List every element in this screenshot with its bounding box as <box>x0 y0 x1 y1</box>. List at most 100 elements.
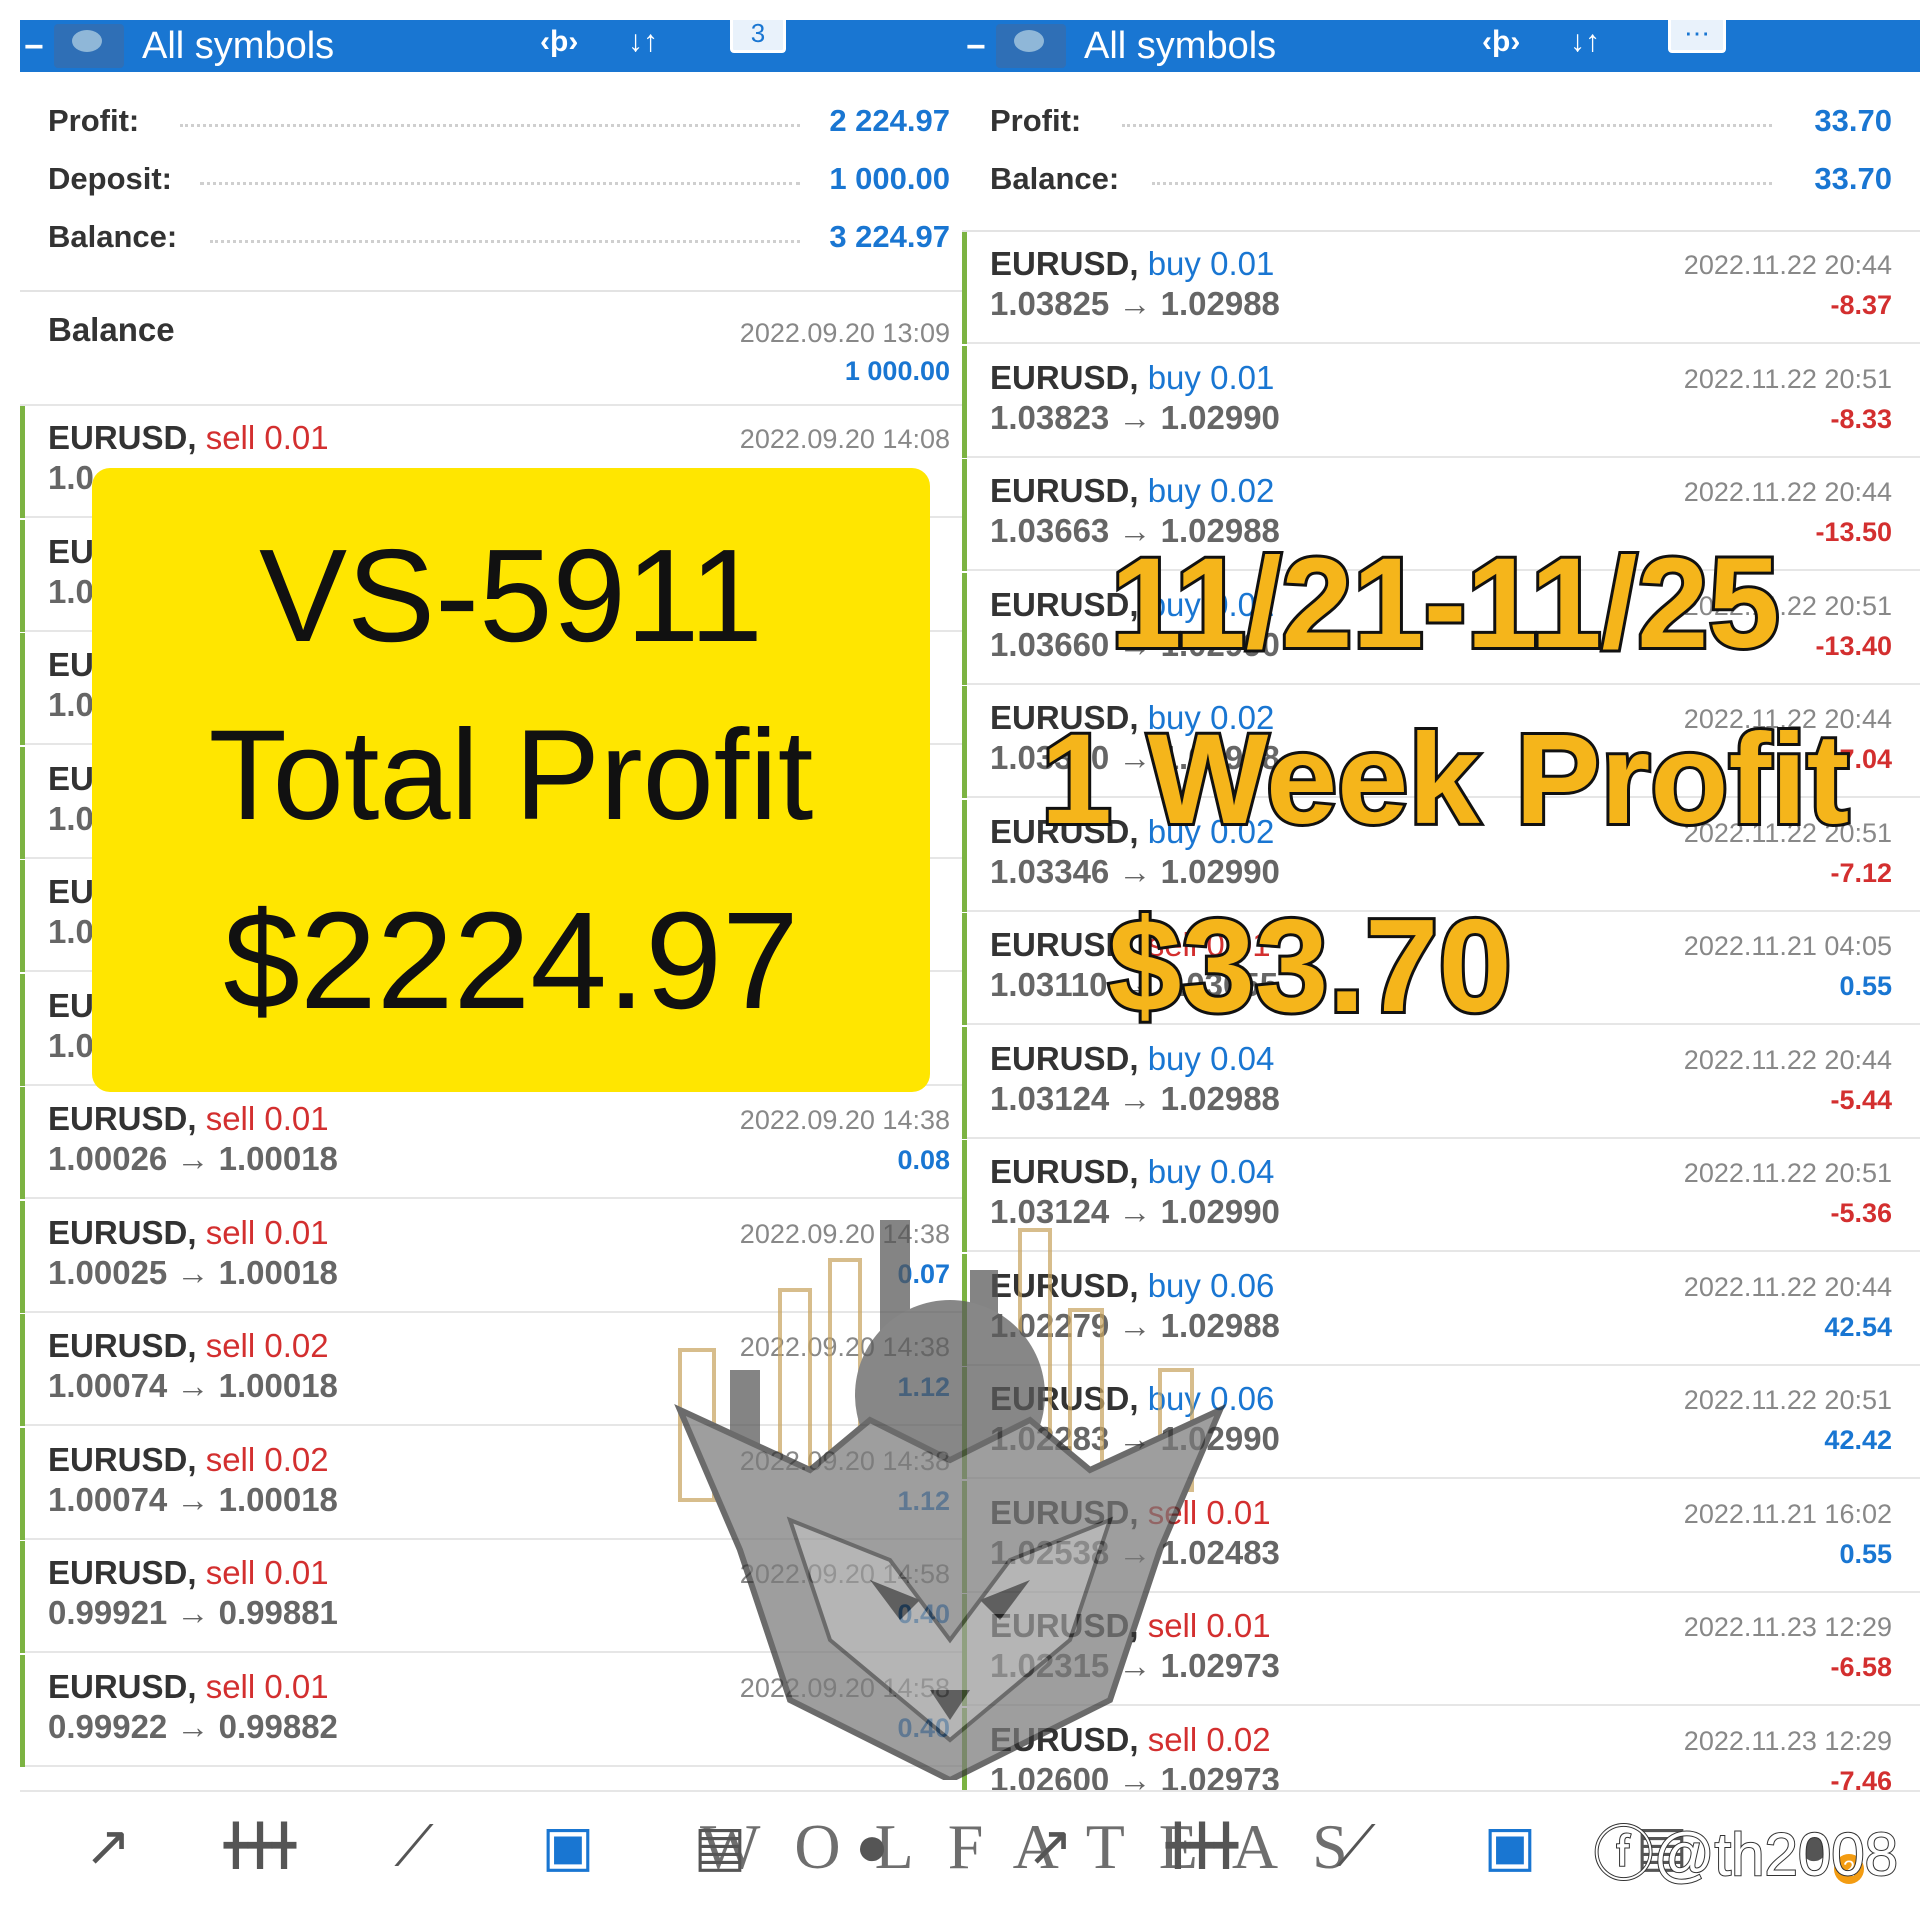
deal-symbol-name: EU <box>48 986 94 1024</box>
deal-accent-bar <box>962 345 967 458</box>
deal-symbol: EURUSD, sell 0.01 <box>48 1213 329 1253</box>
left-app-bar: − All symbols ‹þ› ↓↑ 3 <box>20 20 978 72</box>
deal-side: sell <box>205 1327 256 1364</box>
deal-symbol: EURUSD, sell 0.01 <box>48 1553 329 1593</box>
deal-symbol-name: EURUSD, <box>48 1554 197 1591</box>
deal-prices: 1.0 <box>48 799 94 837</box>
deal-row[interactable]: EURUSD, buy 0.01 1.03823 → 1.02990 2022.11… <box>962 345 1920 458</box>
deal-accent-bar <box>962 572 967 685</box>
deal-accent-bar <box>962 1026 967 1139</box>
deal-time: 2022.11.22 20:44 <box>1683 477 1892 507</box>
deal-lot: 0.01 <box>264 1554 329 1591</box>
deal-symbol-name: EURUSD, <box>990 245 1139 282</box>
dotted-leader <box>200 182 800 185</box>
deal-accent-bar <box>962 232 967 344</box>
dotted-leader <box>1122 124 1772 127</box>
deal-profit: -7.12 <box>1830 857 1892 888</box>
nav-chart-icon[interactable]: ╋╋╋ <box>220 1816 300 1876</box>
deal-profit: 42.54 <box>1824 1311 1892 1342</box>
deal-accent-bar <box>20 746 25 859</box>
total-profit-amount: $2224.97 <box>223 884 799 1038</box>
deal-lot: 0.04 <box>1210 1153 1275 1190</box>
deal-side: buy <box>1147 358 1201 396</box>
deal-prices: 1.03825 → 1.02988 <box>990 285 1280 322</box>
total-profit-heading: Total Profit <box>208 704 814 847</box>
deal-time: 2022.11.23 12:29 <box>1683 1725 1892 1756</box>
deal-symbol: EU <box>48 986 94 1026</box>
balance-entry-time: 2022.09.20 13:09 <box>739 318 950 348</box>
deal-prices: 1.0 <box>48 686 94 723</box>
deal-profit: 0.55 <box>1839 1538 1892 1569</box>
nav-history-icon[interactable]: ▣ <box>528 1816 608 1876</box>
deal-profit: -8.37 <box>1830 290 1892 320</box>
deal-lot: 0.01 <box>264 419 329 456</box>
facebook-icon: ⓕ <box>1593 1820 1655 1889</box>
deal-accent-bar <box>20 1314 25 1426</box>
deal-symbol: EURUSD, sell 0.01 <box>48 418 329 458</box>
deal-accent-bar <box>20 1427 25 1540</box>
deal-lot: 0.02 <box>1210 472 1275 509</box>
deal-side: sell <box>205 1667 256 1705</box>
deal-symbol: EU <box>48 645 94 685</box>
period-calendar-icon[interactable]: 3 <box>730 20 786 53</box>
deal-accent-bar <box>20 1654 25 1767</box>
deal-symbol-name: EURUSD, <box>48 1667 197 1705</box>
deal-side: sell <box>205 419 256 456</box>
summary-balance: Balance: 33.70 <box>962 156 1920 202</box>
sort-icon[interactable]: ↓↑ <box>628 24 658 60</box>
menu-icon[interactable]: − <box>966 30 986 64</box>
summary-label: Balance: <box>990 161 1120 196</box>
summary-label: Profit: <box>48 103 140 138</box>
summary-value: 3 224.97 <box>829 219 950 254</box>
deal-prices: 1.03346 → 1.02990 <box>990 852 1280 890</box>
account-id-text: VS-5911 <box>259 522 763 669</box>
deal-accent-bar <box>962 799 967 912</box>
dotted-leader <box>180 124 800 127</box>
handle-text: @th2008 <box>1653 1820 1899 1889</box>
menu-icon[interactable]: − <box>24 30 44 64</box>
deal-row[interactable]: EURUSD, sell 0.01 1.00026 → 1.00018 2022.0… <box>20 1087 978 1199</box>
deal-prices: 1.00074 → 1.00018 <box>48 1367 338 1404</box>
deal-prices: 0.99922 → 0.99882 <box>48 1707 338 1745</box>
deal-row[interactable]: EURUSD, buy 0.04 1.03124 → 1.02988 2022.11… <box>962 1026 1920 1139</box>
summary-value: 33.70 <box>1814 161 1892 196</box>
deal-symbol: EURUSD, sell 0.02 <box>48 1440 329 1480</box>
deal-accent-bar <box>962 913 967 1025</box>
wolf-logo-watermark <box>674 1220 1226 1780</box>
deal-time: 2022.11.22 20:51 <box>1683 363 1892 394</box>
right-app-title[interactable]: All symbols <box>1084 26 1276 66</box>
filter-icon[interactable]: ‹þ› <box>540 24 578 60</box>
period-calendar-icon[interactable]: ⋯ <box>1668 20 1726 53</box>
deal-accent-bar <box>20 406 25 518</box>
deal-lot: 0.01 <box>264 1667 329 1705</box>
summary-deposit: Deposit: 1 000.00 <box>20 156 978 202</box>
deal-symbol-name: EURUSD, <box>48 1100 197 1137</box>
right-app-bar: − All symbols ‹þ› ↓↑ ⋯ <box>962 20 1920 72</box>
deal-side: buy <box>1147 472 1201 509</box>
sort-icon[interactable]: ↓↑ <box>1570 24 1600 60</box>
deal-symbol-name: EU <box>48 532 94 570</box>
deal-row[interactable]: EURUSD, buy 0.01 1.03825 → 1.02988 2022.11… <box>962 232 1920 344</box>
deal-prices: 1.00025 → 1.00018 <box>48 1253 338 1291</box>
deal-time: 2022.11.22 20:44 <box>1683 250 1892 280</box>
deal-accent-bar <box>20 519 25 632</box>
nav-history-icon[interactable]: ▣ <box>1470 1816 1550 1876</box>
deal-prices: 1.00026 → 1.00018 <box>48 1140 338 1177</box>
left-app-title[interactable]: All symbols <box>142 26 334 66</box>
deal-accent-bar <box>962 459 967 571</box>
deal-symbol-name: EU <box>48 873 94 910</box>
deal-lot: 0.01 <box>1210 358 1275 396</box>
deal-prices: 1.0 <box>48 572 94 610</box>
summary-value: 33.70 <box>1814 103 1892 138</box>
deal-time: 2022.09.20 14:38 <box>739 1105 950 1135</box>
deal-symbol-name: EURUSD, <box>990 358 1139 396</box>
nav-quotes-icon[interactable]: ↗ <box>68 1816 148 1876</box>
balance-entry[interactable]: Balance 2022.09.20 13:09 1 000.00 <box>20 292 978 406</box>
summary-balance: Balance: 3 224.97 <box>20 214 978 260</box>
filter-icon[interactable]: ‹þ› <box>1482 24 1520 60</box>
dotted-leader <box>1152 182 1772 185</box>
nav-trade-icon[interactable]: ⟋ <box>374 1816 454 1876</box>
deal-symbol-name: EURUSD, <box>48 1327 197 1364</box>
deal-profit: -5.36 <box>1830 1198 1892 1228</box>
deal-time: 2022.11.21 04:05 <box>1683 931 1892 961</box>
